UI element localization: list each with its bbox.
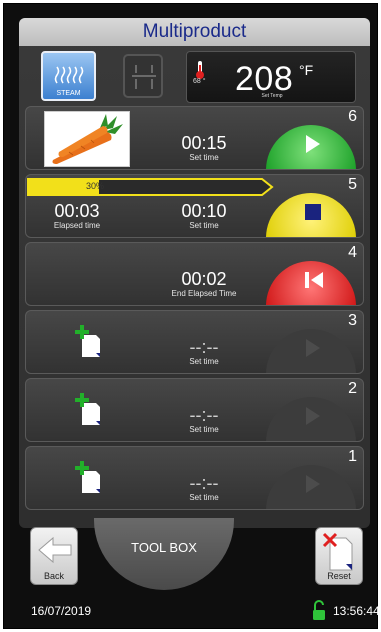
thermometer-icon — [196, 61, 204, 79]
screen: Multiproduct STEAM 68 ° 208 °F Set Temp … — [19, 18, 370, 528]
back-arrow-icon — [38, 536, 72, 564]
row-number: 4 — [348, 244, 357, 261]
skip-back-icon — [305, 272, 323, 288]
product-row-3[interactable]: --:-- Set time 3 — [25, 310, 364, 374]
elapsed-time-caption: Elapsed time — [53, 221, 101, 230]
elapsed-time-value: 00:03 — [54, 201, 100, 221]
status-bar: 16/07/2019 13:56:44 — [19, 594, 380, 628]
play-icon — [306, 407, 320, 425]
toolbox-label: TOOL BOX — [131, 540, 197, 555]
reset-button[interactable]: Reset — [315, 527, 363, 585]
page-title: Multiproduct — [19, 18, 370, 46]
product-row-4[interactable]: 00:02 End Elapsed Time 4 — [25, 242, 364, 306]
row-number: 6 — [348, 108, 357, 125]
add-product-icon[interactable] — [74, 323, 104, 361]
set-temp-caption: Set Temp — [261, 93, 283, 99]
end-elapsed-time-value: 00:02 — [181, 269, 227, 289]
play-icon — [306, 339, 320, 357]
device-frame: Multiproduct STEAM 68 ° 208 °F Set Temp … — [3, 3, 380, 629]
clock-display: 13:56:44 — [333, 604, 380, 618]
product-row-5[interactable]: 30% 00:03 Elapsed time 00:10 Set time 5 — [25, 174, 364, 238]
row-number: 5 — [348, 176, 357, 193]
steam-mode-button[interactable]: STEAM — [41, 51, 96, 101]
set-time-caption: Set time — [189, 425, 219, 434]
stop-icon — [305, 204, 321, 220]
carrot-icon — [52, 114, 123, 164]
core-temperature: 68 ° — [193, 78, 206, 85]
lock-open-icon[interactable] — [312, 600, 326, 622]
temperature-unit: °F — [299, 62, 314, 78]
convection-icon — [132, 65, 156, 89]
set-time-caption: Set time — [189, 153, 219, 162]
back-label: Back — [43, 571, 64, 581]
set-time-value: --:-- — [189, 337, 219, 357]
product-row-6[interactable]: 00:15 Set time 6 — [25, 106, 364, 170]
progress-bar — [27, 178, 274, 196]
set-time-caption: Set time — [189, 493, 219, 502]
add-product-icon[interactable] — [74, 459, 104, 497]
row-number: 3 — [348, 312, 357, 329]
temperature-display[interactable]: 68 ° 208 °F Set Temp — [186, 51, 356, 103]
product-row-1[interactable]: --:-- Set time 1 — [25, 446, 364, 510]
play-icon — [306, 135, 320, 153]
set-time-value: 00:10 — [181, 201, 227, 221]
product-row-2[interactable]: --:-- Set time 2 — [25, 378, 364, 442]
set-time-caption: Set time — [189, 221, 219, 230]
add-product-icon[interactable] — [74, 391, 104, 429]
progress-percent: 30% — [86, 181, 105, 191]
set-time-value: --:-- — [189, 473, 219, 493]
reset-label: Reset — [327, 571, 351, 581]
reset-icon — [322, 532, 353, 571]
steam-icon — [54, 66, 84, 84]
carrot-image — [44, 111, 130, 167]
date-display: 16/07/2019 — [31, 604, 92, 618]
row-number: 2 — [348, 380, 357, 397]
convection-mode-button[interactable] — [123, 54, 163, 98]
end-elapsed-time-caption: End Elapsed Time — [171, 289, 237, 298]
toolbox-button[interactable]: TOOL BOX — [94, 518, 234, 590]
set-time-value: 00:15 — [181, 133, 227, 153]
steam-mode-label: STEAM — [56, 90, 81, 97]
back-button[interactable]: Back — [30, 527, 78, 585]
set-time-caption: Set time — [189, 357, 219, 366]
row-number: 1 — [348, 448, 357, 465]
play-icon — [306, 475, 320, 493]
set-time-value: --:-- — [189, 405, 219, 425]
